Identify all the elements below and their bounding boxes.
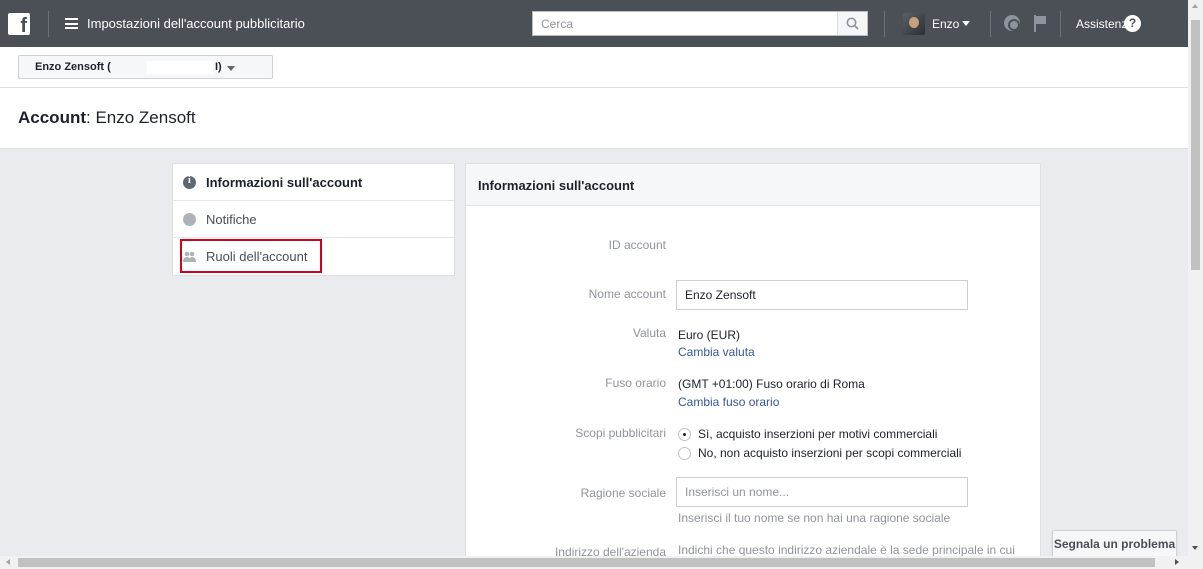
chevron-down-icon[interactable]: [962, 21, 970, 26]
search-icon: [846, 17, 859, 30]
info-icon: [183, 175, 196, 189]
sidebar-item-label: Notifiche: [206, 212, 257, 227]
app-title[interactable]: Impostazioni dell'account pubblicitario: [87, 16, 305, 31]
change-currency-link[interactable]: Cambia valuta: [678, 345, 755, 359]
avatar[interactable]: [903, 13, 925, 35]
panel-title: Informazioni sull'account: [478, 178, 635, 193]
account-selector-dropdown[interactable]: Enzo Zensoft ( I): [18, 55, 273, 79]
company-address-help: Indichi che questo indirizzo aziendale è…: [678, 543, 1015, 557]
vertical-scrollbar[interactable]: [1188, 0, 1203, 569]
search-input[interactable]: [533, 12, 833, 35]
page-title-account: : Enzo Zensoft: [86, 108, 196, 127]
currency-label: Valuta: [632, 326, 666, 340]
horizontal-scrollbar[interactable]: [0, 556, 1188, 569]
question-icon[interactable]: ?: [1124, 15, 1141, 32]
scroll-right-icon[interactable]: [1175, 559, 1179, 565]
search-box: [532, 11, 868, 36]
panel-header: Informazioni sull'account: [466, 164, 1040, 206]
globe-icon[interactable]: [1004, 15, 1020, 31]
divider: [990, 11, 991, 37]
facebook-logo[interactable]: f: [8, 13, 30, 37]
change-timezone-link[interactable]: Cambia fuso orario: [678, 395, 779, 409]
divider: [48, 11, 49, 37]
purpose-yes-radio[interactable]: [678, 428, 691, 441]
purpose-no-label[interactable]: No, non acquisto inserzioni per scopi co…: [698, 446, 961, 460]
account-id-label: ID account: [608, 238, 666, 252]
sidebar-item-account-info[interactable]: Informazioni sull'account: [173, 164, 454, 201]
highlight-box: [180, 239, 322, 273]
scroll-up-icon[interactable]: [1192, 4, 1198, 8]
purpose-no-radio[interactable]: [678, 447, 691, 460]
scroll-down-icon[interactable]: [1192, 546, 1198, 550]
sidebar-item-label: Informazioni sull'account: [206, 175, 363, 190]
chevron-down-icon: [227, 66, 235, 71]
timezone-value: (GMT +01:00) Fuso orario di Roma: [678, 377, 865, 391]
purpose-yes-label[interactable]: Sì, acquisto inserzioni per motivi comme…: [698, 427, 937, 441]
vertical-scroll-thumb[interactable]: [1191, 20, 1200, 270]
account-selector-label: Enzo Zensoft (: [35, 61, 111, 73]
timezone-label: Fuso orario: [605, 376, 666, 390]
company-name-label: Ragione sociale: [580, 486, 666, 500]
page-title: Account: Enzo Zensoft: [18, 108, 196, 128]
user-name[interactable]: Enzo: [932, 17, 959, 31]
company-name-field[interactable]: [676, 477, 968, 507]
divider: [1060, 11, 1061, 37]
account-name-field[interactable]: [676, 280, 968, 310]
logo-letter: f: [20, 15, 27, 37]
flag-icon[interactable]: [1033, 14, 1047, 32]
redacted-account-id: [147, 61, 213, 74]
globe-icon: [183, 213, 196, 226]
ad-purpose-label: Scopi pubblicitari: [575, 426, 666, 440]
account-info-panel: Informazioni sull'account ID account Nom…: [465, 163, 1041, 569]
horizontal-scroll-thumb[interactable]: [18, 558, 1155, 567]
account-selector-bar: Enzo Zensoft ( I): [0, 47, 1188, 88]
top-navigation-bar: f Impostazioni dell'account pubblicitari…: [0, 0, 1188, 47]
account-selector-label-tail: I): [215, 61, 222, 73]
scroll-left-icon[interactable]: [6, 559, 10, 565]
page-header: Account: Enzo Zensoft: [0, 88, 1188, 149]
divider: [884, 11, 885, 37]
hamburger-icon[interactable]: [65, 18, 78, 29]
account-name-label: Nome account: [588, 287, 666, 301]
company-name-help: Inserisci il tuo nome se non hai una rag…: [678, 511, 951, 525]
search-button[interactable]: [837, 12, 867, 35]
page-title-prefix: Account: [18, 108, 86, 127]
report-problem-button[interactable]: Segnala un problema: [1052, 530, 1177, 559]
currency-value: Euro (EUR): [678, 328, 741, 342]
sidebar-item-notifications[interactable]: Notifiche: [173, 201, 454, 238]
